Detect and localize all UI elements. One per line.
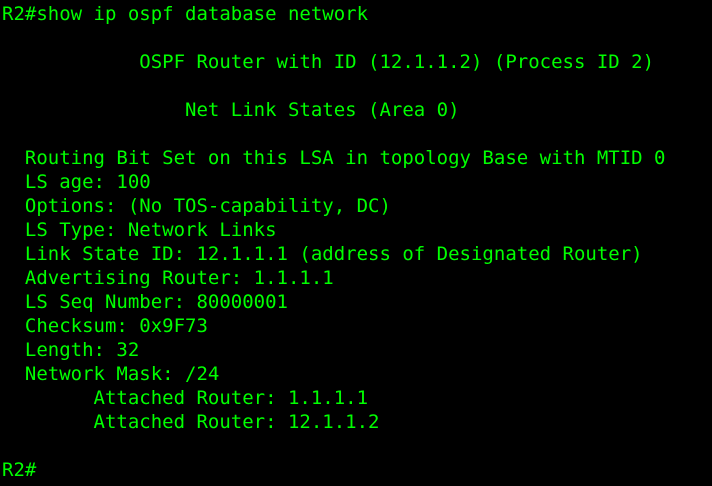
output-line: LS Seq Number: 80000001	[2, 291, 288, 313]
output-line: Length: 32	[2, 339, 140, 361]
terminal-window[interactable]: R2#show ip ospf database network OSPF Ro…	[0, 0, 712, 486]
command-line: R2#show ip ospf database network	[2, 3, 369, 25]
net-link-states-title: Net Link States (Area 0)	[2, 99, 460, 121]
ospf-router-header: OSPF Router with ID (12.1.1.2) (Process …	[2, 51, 655, 73]
output-line: LS Type: Network Links	[2, 219, 277, 241]
output-line: Routing Bit Set on this LSA in topology …	[2, 147, 666, 169]
output-line: Options: (No TOS-capability, DC)	[2, 195, 391, 217]
attached-router-line: Attached Router: 1.1.1.1	[2, 387, 369, 409]
output-line: Checksum: 0x9F73	[2, 315, 208, 337]
terminal-prompt[interactable]: R2#	[2, 458, 36, 482]
output-line: Network Mask: /24	[2, 363, 220, 385]
attached-router-line: Attached Router: 12.1.1.2	[2, 411, 380, 433]
output-line: Advertising Router: 1.1.1.1	[2, 267, 334, 289]
output-line: LS age: 100	[2, 171, 151, 193]
output-line: Link State ID: 12.1.1.1 (address of Desi…	[2, 243, 643, 265]
